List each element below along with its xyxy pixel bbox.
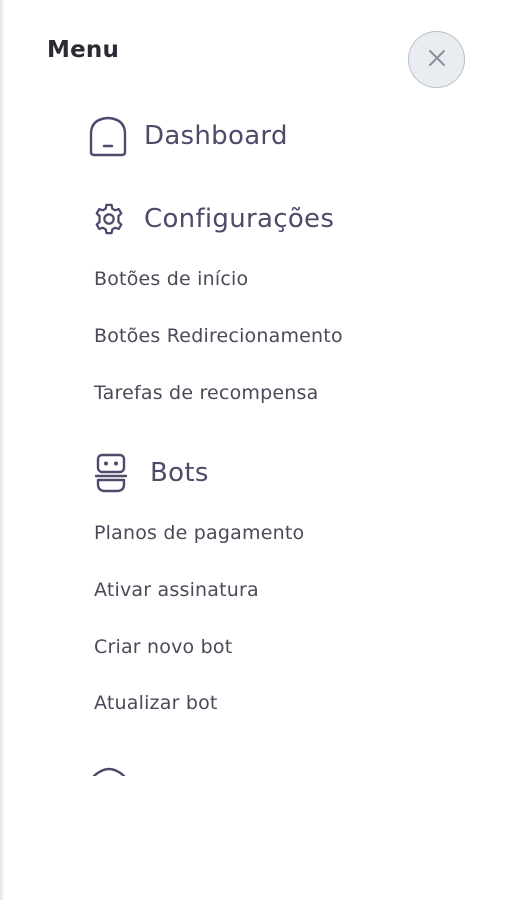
nav-dashboard-label: Dashboard (144, 121, 288, 151)
partial-section-icon (90, 762, 128, 776)
settings-item-start-buttons[interactable]: Botões de início (94, 268, 248, 290)
settings-item-reward-tasks[interactable]: Tarefas de recompensa (94, 382, 318, 404)
gear-icon (91, 201, 127, 237)
bots-item-activate-subscription[interactable]: Ativar assinatura (94, 579, 259, 601)
close-icon (426, 47, 448, 73)
close-button[interactable] (408, 31, 465, 88)
bots-item-payment-plans[interactable]: Planos de pagamento (94, 522, 304, 544)
bots-item-update-bot[interactable]: Atualizar bot (94, 692, 218, 714)
nav-bots-label: Bots (150, 458, 209, 488)
home-icon (88, 114, 128, 158)
panel-edge-shadow (0, 0, 4, 900)
menu-title: Menu (47, 37, 120, 63)
robot-icon (93, 452, 129, 494)
side-menu-panel: Menu Dashboard Configurações Botões de i… (0, 0, 507, 900)
nav-settings[interactable]: Configurações (91, 201, 334, 237)
settings-item-redirect-buttons[interactable]: Botões Redirecionamento (94, 325, 343, 347)
nav-dashboard[interactable]: Dashboard (88, 114, 288, 158)
nav-settings-label: Configurações (144, 204, 335, 234)
bots-item-create-bot[interactable]: Criar novo bot (94, 636, 232, 658)
nav-bots[interactable]: Bots (93, 452, 209, 494)
